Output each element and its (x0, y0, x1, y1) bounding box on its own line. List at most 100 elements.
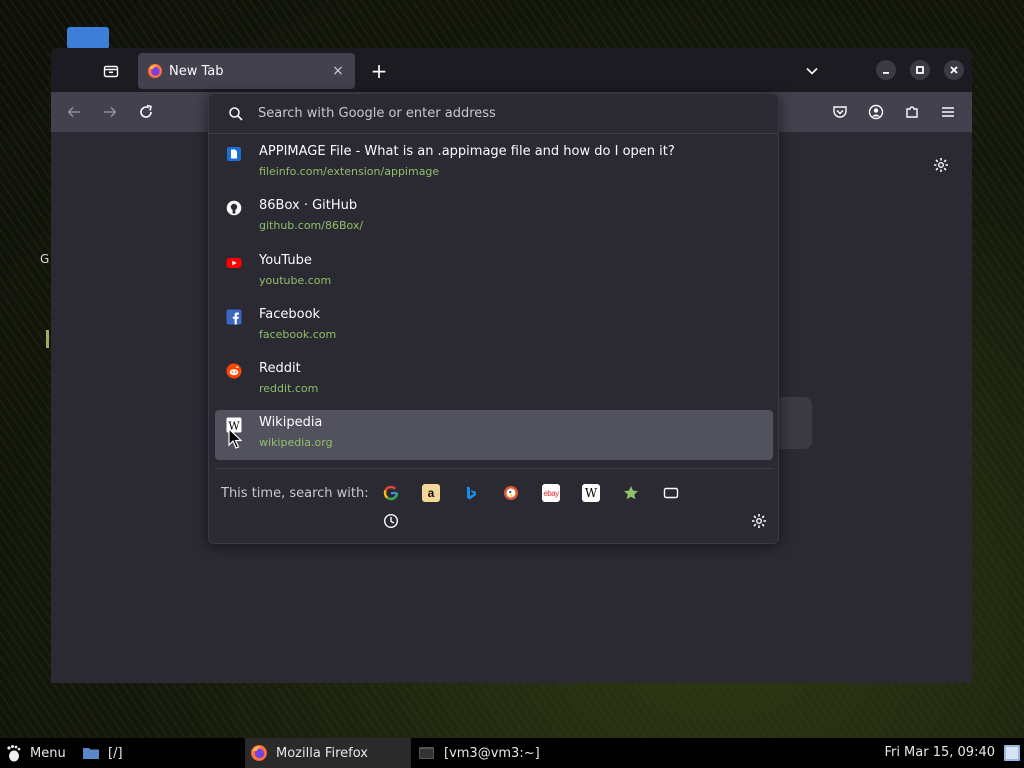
clock[interactable]: Fri Mar 15, 09:40 (884, 745, 995, 760)
minimize-button[interactable] (876, 60, 896, 80)
suggestion-row-selected[interactable]: W Wikipedia wikipedia.org (215, 410, 773, 460)
list-all-tabs-button[interactable] (801, 60, 823, 82)
gear-icon (752, 514, 766, 528)
gear-icon (934, 158, 948, 172)
folder-icon (83, 748, 99, 759)
bookmarks-search-button[interactable] (622, 484, 640, 502)
wikipedia-icon: W (584, 486, 598, 500)
tab-close-button[interactable]: × (329, 62, 347, 80)
back-button[interactable] (63, 101, 85, 123)
taskbar-terminal-window[interactable]: [vm3@vm3:~] (418, 738, 540, 768)
tabs-search-button[interactable] (662, 484, 680, 502)
account-button[interactable] (865, 101, 887, 123)
search-icon (226, 104, 246, 124)
start-menu-button[interactable]: Menu (4, 738, 66, 768)
hamburger-icon (942, 107, 954, 117)
google-icon (383, 485, 399, 501)
desktop-label: G (40, 252, 50, 266)
urlbar-input[interactable] (258, 102, 758, 124)
taskbar-firefox-window[interactable]: Mozilla Firefox (245, 738, 411, 768)
one-off-search-label: This time, search with: (221, 486, 369, 501)
forward-button[interactable] (99, 101, 121, 123)
pocket-icon (833, 106, 847, 118)
youtube-icon (226, 258, 242, 268)
new-tab-button[interactable]: + (368, 59, 390, 83)
google-engine-button[interactable] (382, 484, 400, 502)
chevron-down-icon (806, 67, 818, 75)
suggestion-row[interactable]: APPIMAGE File - What is an .appimage fil… (215, 139, 773, 189)
suggestion-url: facebook.com (259, 328, 337, 341)
suggestion-url: youtube.com (259, 274, 332, 287)
amazon-icon: a (427, 486, 435, 500)
suggestion-title: Wikipedia (259, 415, 323, 430)
wikipedia-engine-button[interactable]: W (582, 484, 600, 502)
taskbar: Menu [/] Mozilla Firefox [vm3@vm3:~] Fri… (0, 738, 1024, 768)
tabs-icon (663, 487, 679, 499)
suggestion-url: wikipedia.org (259, 436, 333, 449)
bookmarks-star-icon (624, 486, 638, 500)
workspace-switcher-icon[interactable] (1003, 744, 1021, 762)
urlbar-popup: APPIMAGE File - What is an .appimage fil… (208, 93, 779, 544)
account-icon (868, 104, 884, 120)
urlbar-input-row (209, 94, 778, 134)
back-arrow-icon (67, 106, 80, 118)
ebay-icon: ebay (543, 488, 559, 498)
app-menu-button[interactable] (937, 101, 959, 123)
suggestion-url: fileinfo.com/extension/appimage (259, 165, 440, 178)
newtab-settings-button[interactable] (930, 154, 952, 176)
document-icon (227, 147, 241, 161)
ebay-engine-button[interactable]: ebay (542, 484, 560, 502)
history-search-button[interactable] (382, 512, 400, 530)
terminal-window-label: [vm3@vm3:~] (444, 745, 540, 761)
gnome-foot-icon (7, 745, 21, 762)
suggestion-url: github.com/86Box/ (259, 219, 364, 232)
suggestion-title: Facebook (259, 307, 321, 322)
duckduckgo-icon (504, 486, 518, 500)
reload-icon (140, 104, 152, 118)
files-window-label: [/] (108, 745, 123, 761)
extensions-button[interactable] (901, 101, 923, 123)
newtab-tile[interactable] (776, 397, 812, 449)
duckduckgo-engine-button[interactable] (502, 484, 520, 502)
github-icon (226, 200, 242, 216)
suggestion-title: 86Box · GitHub (259, 198, 358, 213)
firefox-icon (251, 745, 267, 761)
taskbar-files-window[interactable]: [/] (82, 738, 123, 768)
suggestion-title: APPIMAGE File - What is an .appimage fil… (259, 144, 675, 159)
puzzle-icon (906, 106, 918, 118)
minimize-icon (883, 72, 889, 74)
close-icon (950, 66, 958, 74)
suggestion-row[interactable]: Facebook facebook.com (215, 302, 773, 352)
pocket-button[interactable] (829, 101, 851, 123)
suggestion-title: Reddit (259, 361, 301, 376)
maximize-button[interactable] (910, 60, 930, 80)
suggestion-row[interactable]: 86Box · GitHub github.com/86Box/ (215, 193, 773, 243)
amazon-engine-button[interactable]: a (422, 484, 440, 502)
bing-icon (467, 486, 476, 500)
desktop-marker (46, 330, 49, 348)
facebook-icon (226, 309, 242, 325)
firefox-view-icon (103, 65, 119, 78)
suggestion-url: reddit.com (259, 382, 319, 395)
suggestion-row[interactable]: YouTube youtube.com (215, 248, 773, 298)
suggestion-row[interactable]: Reddit reddit.com (215, 356, 773, 406)
terminal-icon (419, 747, 434, 759)
tab-new-tab[interactable]: New Tab × (138, 53, 355, 89)
one-offs-divider (215, 468, 773, 469)
tab-title: New Tab (169, 63, 224, 79)
menu-label: Menu (30, 745, 66, 761)
bing-engine-button[interactable] (462, 484, 480, 502)
maximize-icon (916, 66, 924, 74)
reload-button[interactable] (135, 101, 157, 123)
firefox-view-button[interactable] (100, 60, 122, 82)
forward-arrow-icon (104, 106, 117, 118)
desktop-folder-icon[interactable] (67, 27, 109, 49)
close-window-button[interactable] (944, 60, 964, 80)
search-settings-button[interactable] (750, 512, 768, 530)
suggestion-title: YouTube (259, 253, 312, 268)
titlebar: New Tab × + (51, 48, 972, 92)
mouse-cursor-icon (228, 428, 242, 449)
firefox-icon (148, 64, 162, 78)
reddit-icon (226, 363, 242, 379)
firefox-window-label: Mozilla Firefox (276, 745, 368, 761)
